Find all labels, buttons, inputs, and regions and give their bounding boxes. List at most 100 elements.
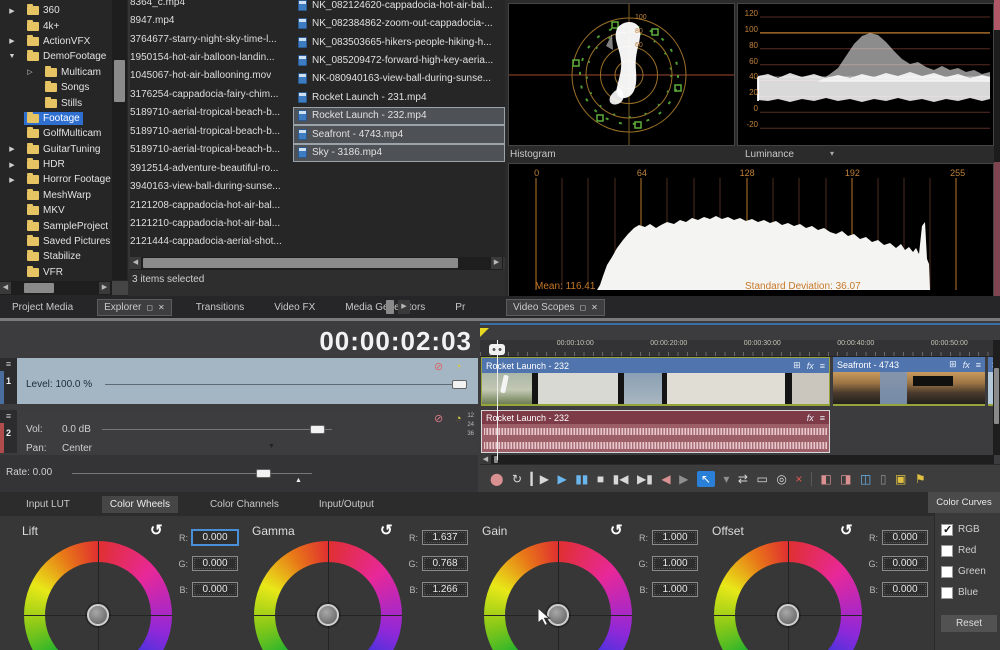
delete-icon[interactable]: × — [795, 473, 802, 485]
tree-hscrollbar[interactable]: ◀ ▶ — [0, 281, 112, 295]
go-to-start-icon[interactable]: ▮◀ — [613, 473, 629, 485]
tree-item[interactable]: VFR — [0, 265, 128, 280]
pan-crop-icon[interactable]: ⊞ — [949, 359, 957, 370]
file-item[interactable]: NK_083503665-hikers-people-hiking-h... — [293, 33, 505, 51]
clip-header[interactable]: Seafront - 4743 ⊞ fx ≡ — [833, 357, 985, 372]
file-item[interactable]: 5189710-aerial-tropical-beach-b... — [130, 104, 293, 122]
tabbar-scroll-thumb[interactable] — [386, 300, 394, 314]
tree-item[interactable]: ▼ DemoFootage — [0, 49, 128, 64]
file-item[interactable]: 1950154-hot-air-balloon-landin... — [130, 48, 293, 66]
filelist-hscrollbar[interactable]: ◀ ▶ — [130, 257, 503, 270]
color-wheel[interactable] — [24, 541, 172, 650]
color-wheel[interactable] — [484, 541, 632, 650]
tree-item[interactable]: ▶ GuitarTuning — [0, 142, 128, 157]
file-item[interactable]: 8364_c.mp4 — [130, 0, 293, 11]
clip-menu-icon[interactable]: ≡ — [976, 360, 981, 370]
tree-expand-icon[interactable]: ▶ — [0, 7, 24, 15]
event-fx-icon[interactable]: fx — [963, 360, 970, 370]
marker-icon[interactable]: ⚑ — [915, 473, 926, 485]
color-grading-tab[interactable]: Color Channels — [202, 496, 287, 513]
file-item[interactable]: 2121210-cappadocia-hot-air-bal... — [130, 214, 293, 232]
split-icon[interactable]: ◫ — [860, 473, 871, 485]
marker-wedge-icon[interactable] — [480, 328, 489, 337]
dock-icon[interactable]: ◻ — [146, 303, 153, 312]
tree-item[interactable]: 4k+ — [0, 18, 128, 33]
scroll-right-icon[interactable]: ▶ — [99, 282, 110, 294]
close-icon[interactable]: ✕ — [158, 303, 165, 312]
tree-item[interactable]: MeshWarp — [0, 188, 128, 203]
wheel-center-knob[interactable] — [317, 604, 339, 626]
g-value-field[interactable]: 0.000 — [882, 556, 928, 571]
vol-slider-handle[interactable] — [310, 425, 325, 434]
wheel-center-knob[interactable] — [87, 604, 109, 626]
color-grading-tab[interactable]: Input LUT — [18, 496, 78, 513]
trim-start-icon[interactable]: ◧ — [820, 473, 831, 485]
timeline-vscrollbar-thumb[interactable] — [994, 368, 999, 424]
pan-crop-icon[interactable]: ⊞ — [793, 360, 801, 371]
file-item[interactable]: 5189710-aerial-tropical-beach-b... — [130, 122, 293, 140]
tree-item[interactable]: Stabilize — [0, 249, 128, 264]
dropdown-caret-icon[interactable]: ▾ — [830, 149, 834, 158]
scroll-left-icon[interactable]: ◀ — [480, 455, 491, 464]
file-item[interactable]: NK_082384862-zoom-out-cappadocia-... — [293, 14, 505, 32]
file-item[interactable]: 3940163-view-ball-during-sunse... — [130, 177, 293, 195]
tree-expand-icon[interactable]: ▶ — [0, 176, 24, 184]
dock-tab[interactable]: Pr ◻ ✕ — [449, 299, 471, 316]
timeline-ruler[interactable]: 00:00:10:0000:00:20:0000:00:30:0000:00:4… — [480, 340, 1000, 357]
file-item[interactable]: NK_082124620-cappadocia-hot-air-bal... — [293, 0, 505, 14]
clip-menu-icon[interactable]: ≡ — [820, 361, 825, 371]
g-value-field[interactable]: 0.000 — [192, 556, 238, 571]
scroll-right-icon[interactable]: ▶ — [491, 257, 502, 269]
play-from-start-icon[interactable]: ▎▶ — [531, 473, 549, 485]
mute-icon[interactable]: ⊘ — [434, 414, 443, 425]
channel-checkbox[interactable] — [941, 566, 953, 578]
wheel-center-knob[interactable] — [777, 604, 799, 626]
curves-reset-button[interactable]: Reset — [941, 615, 997, 632]
file-item[interactable]: 3764677-starry-night-sky-time-l... — [130, 30, 293, 48]
b-value-field[interactable]: 0.000 — [192, 582, 238, 597]
filelist-hscrollbar-thumb[interactable] — [143, 258, 458, 268]
timecode-display[interactable]: 00:00:02:03 — [319, 326, 472, 357]
file-item[interactable]: Rocket Launch - 232.mp4 — [293, 107, 505, 125]
trim-end-icon[interactable]: ◨ — [840, 473, 851, 485]
channel-checkbox[interactable] — [941, 524, 953, 536]
edit-tool-dropdown[interactable]: ▾ — [723, 473, 729, 485]
tree-expand-icon[interactable]: ▶ — [0, 37, 24, 45]
tree-item[interactable]: Stills — [0, 95, 128, 110]
r-value-field[interactable]: 1.637 — [422, 530, 468, 545]
reset-wheel-button[interactable]: ↺ — [150, 521, 163, 539]
lock-icon[interactable]: ▣ — [895, 473, 906, 485]
reset-wheel-button[interactable]: ↺ — [380, 521, 393, 539]
next-frame-icon[interactable]: ▶ — [679, 473, 688, 485]
event-tool-icon[interactable]: ▯ — [880, 473, 887, 485]
tree-item[interactable]: ▷ Multicam — [0, 65, 128, 80]
timeline-vscrollbar[interactable] — [993, 340, 1000, 455]
file-item[interactable]: Sky - 3186.mp4 — [293, 144, 505, 162]
video-track-header[interactable]: ≡ 1 Level: 100.0 % ⊘ ◔ — [0, 358, 478, 404]
b-value-field[interactable]: 1.266 — [422, 582, 468, 597]
audio-track-header[interactable]: ≡ 2 Vol: 0.0 dB Pan: Center ▼ ⊘ ◔ 122436 — [0, 410, 478, 453]
dock-tab[interactable]: Transitions ◻ ✕ — [190, 299, 251, 316]
record-icon[interactable]: ⬤ — [490, 473, 503, 485]
tab-scroll-right-icon[interactable]: ▶ — [398, 300, 410, 314]
video-clip-rocket-launch[interactable]: Rocket Launch - 232 ⊞ fx ≡ — [481, 357, 830, 406]
play-icon[interactable]: ▶ — [557, 473, 566, 485]
reset-wheel-button[interactable]: ↺ — [610, 521, 623, 539]
loop-playback-icon[interactable]: ↻ — [512, 473, 522, 485]
scroll-left-icon[interactable]: ◀ — [130, 257, 141, 269]
pause-icon[interactable]: ▮▮ — [575, 473, 588, 485]
dock-tab[interactable]: Project Media ◻ ✕ — [6, 299, 79, 316]
track-menu-icon[interactable]: ≡ — [0, 358, 17, 370]
file-item[interactable]: 1045067-hot-air-ballooning.mov — [130, 67, 293, 85]
tree-item[interactable]: ▶ 360 — [0, 3, 128, 18]
file-item[interactable]: 2121208-cappadocia-hot-air-bal... — [130, 196, 293, 214]
close-icon[interactable]: ✕ — [591, 303, 598, 312]
timeline-hscrollbar[interactable]: ◀ — [480, 455, 994, 464]
track-menu-icon[interactable]: ≡ — [0, 410, 17, 422]
file-item[interactable]: NK_085209472-forward-high-key-aeria... — [293, 51, 505, 69]
playhead-line[interactable] — [497, 340, 498, 460]
b-value-field[interactable]: 1.000 — [652, 582, 698, 597]
tree-vscrollbar-thumb[interactable] — [114, 60, 125, 102]
color-wheel[interactable] — [254, 541, 402, 650]
dock-tab-video-scopes[interactable]: Video Scopes ◻ ✕ — [506, 299, 605, 316]
